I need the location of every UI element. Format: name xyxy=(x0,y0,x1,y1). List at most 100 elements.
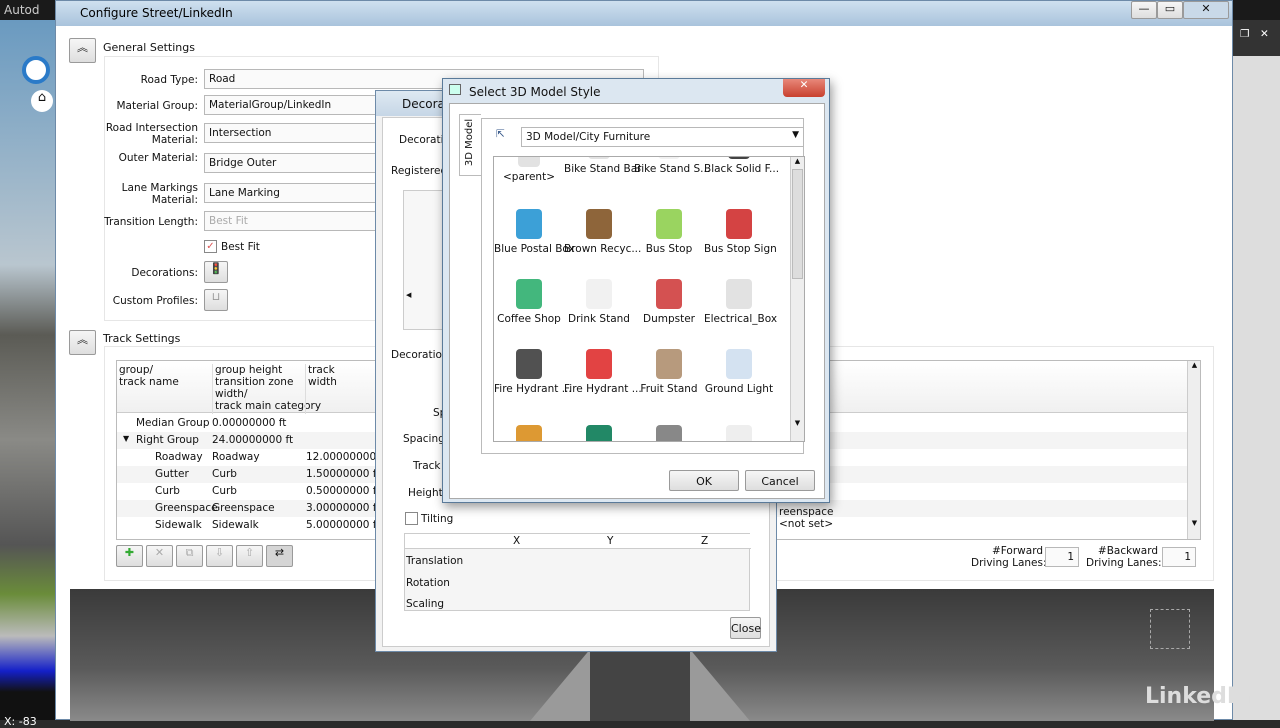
model-item-label: Brown Recyc... xyxy=(564,243,642,255)
model-item-label: Black Solid F... xyxy=(704,163,780,175)
minimize-button[interactable]: — xyxy=(1131,1,1157,19)
model-item[interactable]: <parent> xyxy=(494,157,564,183)
model-item[interactable]: Coffee Shop xyxy=(494,279,564,325)
model-item[interactable]: Fire Hydrant ... xyxy=(494,349,572,395)
copy-track-button[interactable]: ⧉ xyxy=(176,545,203,567)
delete-track-button[interactable]: ✕ xyxy=(146,545,173,567)
window-controls: — ▭ ✕ xyxy=(1131,1,1229,19)
model-thumbnail-icon xyxy=(516,349,542,379)
tab-3d-model[interactable]: 3D Model xyxy=(459,114,481,176)
model-item-label: Ground Light xyxy=(704,383,774,395)
restore-icon[interactable]: ❐ xyxy=(1240,28,1249,40)
spacing-label: Spacing xyxy=(403,433,445,445)
home-icon[interactable]: ⌂ xyxy=(31,90,53,112)
partial-cell: <not set> xyxy=(779,518,834,530)
model-item-label: Fire Hydrant ... xyxy=(494,383,572,395)
model-thumbnail-icon xyxy=(586,279,612,309)
expand-arrow-icon[interactable]: ▼ xyxy=(123,434,129,443)
model-thumbnail-icon xyxy=(726,349,752,379)
select-3d-model-dialog: Select 3D Model Style ✕ 3D Model ⇱ 3D Mo… xyxy=(442,78,830,503)
model-item[interactable]: Bike Stand Bar xyxy=(564,157,641,175)
best-fit-label: Best Fit xyxy=(221,241,260,253)
col-y: Y xyxy=(607,535,614,547)
partial-cell: reenspace xyxy=(779,506,834,518)
model-item[interactable]: Blue Postal Box xyxy=(494,209,575,255)
track-name: Gutter xyxy=(155,468,189,480)
model-item[interactable]: Ground Light xyxy=(704,349,774,395)
collapse-track-button[interactable]: ︽ xyxy=(69,330,96,355)
model-thumbnail-icon xyxy=(586,425,612,441)
track-name: Greenspace xyxy=(155,502,218,514)
model-path-select[interactable]: 3D Model/City Furniture ▼ xyxy=(521,127,804,147)
track-name: Curb xyxy=(155,485,180,497)
column-header-width[interactable]: track width xyxy=(305,364,337,414)
maximize-button[interactable]: ▭ xyxy=(1157,1,1183,19)
track-width: 5.00000000 ft xyxy=(306,519,381,531)
model-thumbnail-icon xyxy=(516,209,542,239)
close-button[interactable]: Close xyxy=(730,617,761,639)
add-track-button[interactable]: ✚ xyxy=(116,545,143,567)
model-item[interactable]: Bus Stop Sign xyxy=(704,209,777,255)
row-scaling: Scaling xyxy=(406,598,445,610)
model-item-label: Bike Stand S... xyxy=(634,163,711,175)
model-item-label: Electrical_Box xyxy=(704,313,778,325)
scrollbar-thumb[interactable] xyxy=(792,169,803,279)
decorations-label: Decorations: xyxy=(131,267,198,279)
cancel-button[interactable]: Cancel xyxy=(745,470,815,491)
track-toolbar: ✚ ✕ ⧉ ⇩ ⇧ ⇄ xyxy=(116,545,293,567)
model-item[interactable]: Black Solid F... xyxy=(704,157,779,175)
move-up-button[interactable]: ⇧ xyxy=(236,545,263,567)
best-fit-checkbox[interactable]: ✓ xyxy=(204,240,217,253)
ok-button[interactable]: OK xyxy=(669,470,739,491)
navigate-up-icon[interactable]: ⇱ xyxy=(496,128,505,140)
custom-profiles-label: Custom Profiles: xyxy=(112,295,198,307)
model-item[interactable]: Dumpster xyxy=(634,279,704,325)
close-icon[interactable]: ✕ xyxy=(1260,28,1269,40)
collapse-general-button[interactable]: ︽ xyxy=(69,38,96,63)
compass-icon[interactable] xyxy=(1150,609,1190,649)
track-category: Curb xyxy=(212,468,237,480)
app-logo-icon[interactable] xyxy=(22,56,50,84)
model-item[interactable]: Fire Hydrant ... xyxy=(564,349,642,395)
model-grid-scrollbar[interactable]: ▲ ▼ xyxy=(790,157,804,441)
forward-lanes-spinner[interactable]: 1 xyxy=(1045,547,1079,567)
registered-label: Registered xyxy=(391,165,448,177)
tilting-checkbox[interactable] xyxy=(405,512,418,525)
row-rotation: Rotation xyxy=(406,577,450,589)
3d-viewport-left[interactable]: ⌂ X: -83 xyxy=(0,20,60,728)
model-thumbnail-icon xyxy=(588,157,610,159)
model-thumbnail-icon xyxy=(516,279,542,309)
track-name: Right Group xyxy=(136,434,199,446)
table-scrollbar[interactable]: ▲ ▼ xyxy=(1187,361,1200,539)
track-category: Sidewalk xyxy=(212,519,259,531)
model-grid: <parent> Bike Stand Bar Bike Stand S... Bla… xyxy=(493,156,805,442)
model-item[interactable]: Electrical_Box xyxy=(704,279,778,325)
column-header-name[interactable]: group/ track name xyxy=(119,364,179,388)
model-thumbnail-icon xyxy=(726,279,752,309)
model-item-label: Bus Stop xyxy=(645,243,693,255)
dialog-close-button[interactable]: ✕ xyxy=(783,79,825,97)
backward-lanes-spinner[interactable]: 1 xyxy=(1162,547,1196,567)
tilting-label: Tilting xyxy=(421,513,454,525)
model-item[interactable]: Bike Stand S... xyxy=(634,157,710,175)
model-item-label: Fruit Stand xyxy=(640,383,698,395)
model-item-label: Bike Stand Bar xyxy=(564,163,642,175)
model-item-label: Bus Stop Sign xyxy=(704,243,777,255)
model-item[interactable]: Bus Stop xyxy=(634,209,704,255)
model-item[interactable]: Brown Recyc... xyxy=(564,209,641,255)
decorations-traffic-light-button[interactable]: 🚦 xyxy=(204,261,228,283)
close-button[interactable]: ✕ xyxy=(1183,1,1229,19)
model-path-value: 3D Model/City Furniture xyxy=(526,131,651,143)
model-item[interactable]: Fruit Stand xyxy=(634,349,704,395)
row-translation: Translation xyxy=(406,555,464,567)
model-thumbnail-icon xyxy=(658,157,680,159)
custom-profiles-button[interactable]: ⊔ xyxy=(204,289,228,311)
flip-track-button[interactable]: ⇄ xyxy=(266,545,293,567)
material-group-label: Material Group: xyxy=(116,100,199,112)
model-thumbnail-icon xyxy=(726,209,752,239)
model-item-label: Fire Hydrant ... xyxy=(564,383,642,395)
move-down-button[interactable]: ⇩ xyxy=(206,545,233,567)
transform-grid[interactable]: X Y Z Translation Rotation Scaling xyxy=(404,533,751,611)
model-thumbnail-icon xyxy=(516,425,542,441)
model-item[interactable]: Drink Stand xyxy=(564,279,634,325)
